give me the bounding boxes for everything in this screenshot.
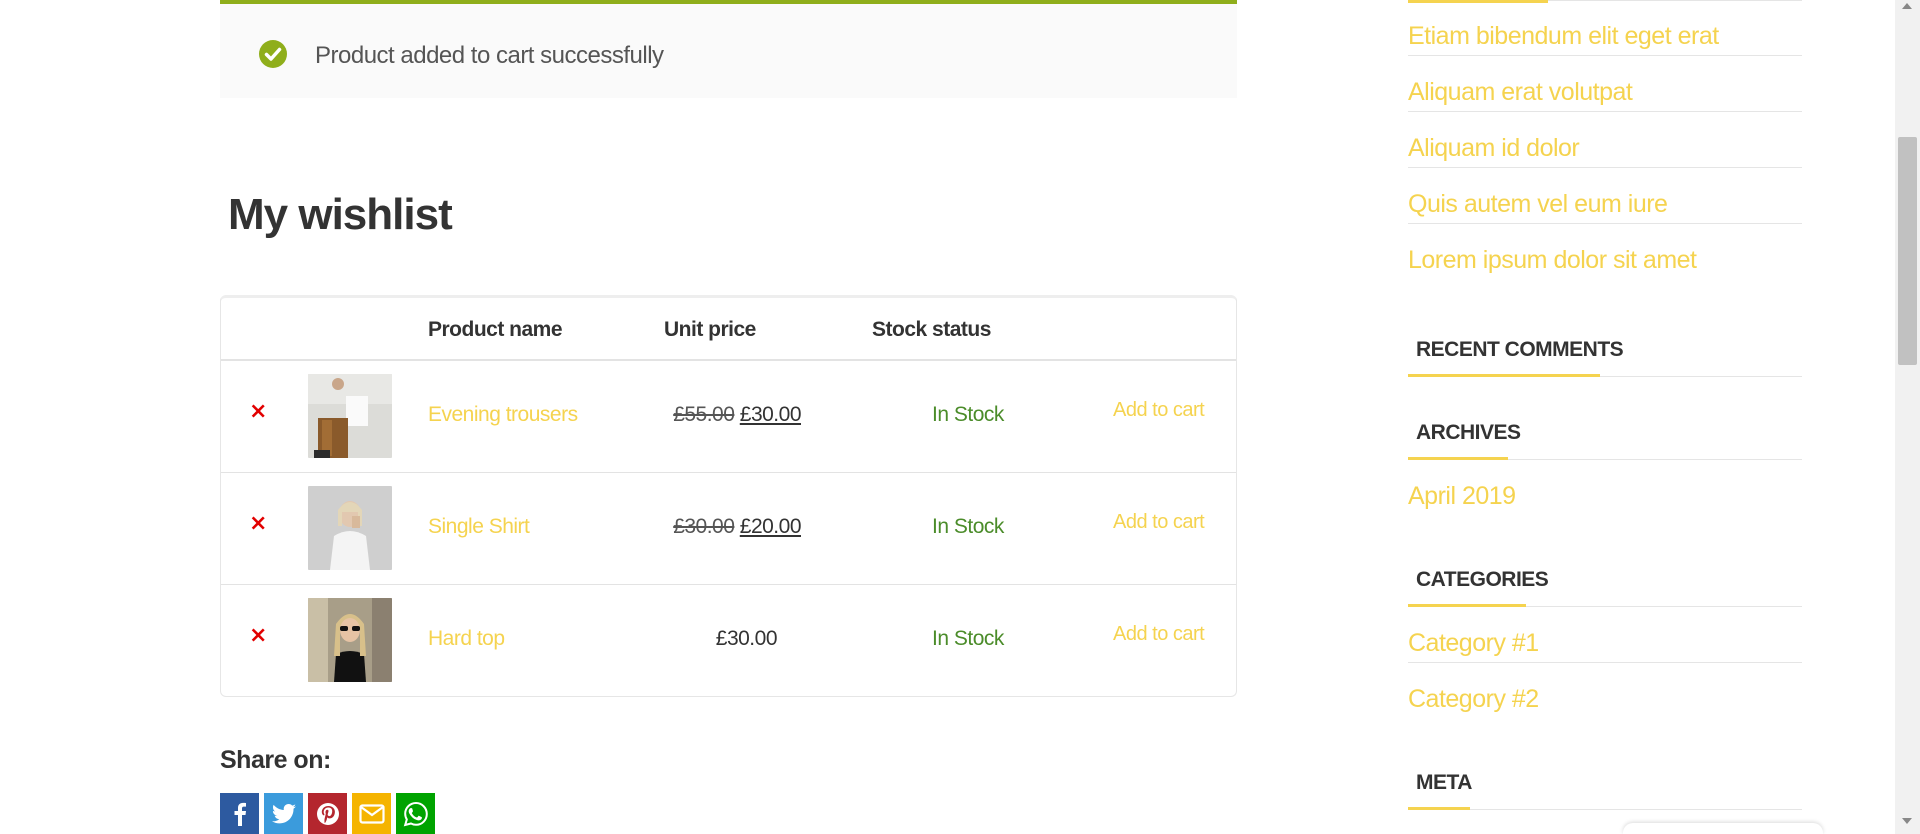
widget-title-meta: META xyxy=(1408,771,1802,810)
sale-price: £30.00 xyxy=(739,403,802,426)
product-name-link[interactable]: Single Shirt xyxy=(428,515,530,539)
archive-link[interactable]: April 2019 xyxy=(1408,460,1802,516)
recent-post-link[interactable]: Aliquam id dolor xyxy=(1408,112,1802,168)
check-circle-icon xyxy=(259,40,287,68)
stock-status: In Stock xyxy=(932,515,1004,538)
share-email-button[interactable] xyxy=(352,793,391,834)
table-row: × Single Shirt £30.00 £20.00 In Stock Ad… xyxy=(221,472,1236,585)
unit-price: £30.00 xyxy=(715,627,778,650)
old-price: £30.00 xyxy=(673,515,735,538)
table-row: × Hard top £30.00 In Stock Add to cart xyxy=(221,584,1236,697)
stock-status: In Stock xyxy=(932,403,1004,426)
scroll-down-arrow-icon[interactable] xyxy=(1902,818,1912,824)
vertical-scrollbar[interactable] xyxy=(1895,0,1920,834)
widget-title-text: CATEGORIES xyxy=(1416,568,1549,591)
product-name-link[interactable]: Evening trousers xyxy=(428,403,578,427)
old-price: £55.00 xyxy=(673,403,735,426)
twitter-icon xyxy=(271,803,296,823)
unit-price: £30.00 £20.00 xyxy=(673,515,801,539)
whatsapp-icon xyxy=(403,801,428,826)
recent-post-link[interactable]: Lorem ipsum dolor sit amet xyxy=(1408,224,1802,280)
recent-post-link[interactable]: Etiam bibendum elit eget erat xyxy=(1408,0,1802,56)
recent-post-link[interactable]: Aliquam erat volutpat xyxy=(1408,56,1802,112)
share-pinterest-button[interactable] xyxy=(308,793,347,834)
unit-price: £55.00 £30.00 xyxy=(673,403,801,427)
remove-item-button[interactable]: × xyxy=(249,623,267,648)
widget-accent xyxy=(1408,374,1600,377)
email-icon xyxy=(358,803,385,824)
facebook-icon xyxy=(234,802,246,826)
widget-title-categories: CATEGORIES xyxy=(1408,568,1802,607)
wishlist-table: Product name Unit price Stock status × E… xyxy=(220,295,1237,697)
page-title: My wishlist xyxy=(228,190,453,239)
product-thumbnail[interactable] xyxy=(308,598,392,682)
category-link[interactable]: Category #2 xyxy=(1408,663,1802,719)
table-row: × Evening trousers £55.00 £30.00 In Stoc… xyxy=(221,360,1236,473)
widget-title-recent-comments: RECENT COMMENTS xyxy=(1408,338,1802,377)
header-unit-price: Unit price xyxy=(664,318,756,341)
widget-title-text: META xyxy=(1416,771,1472,794)
header-stock-status: Stock status xyxy=(872,318,991,341)
product-thumbnail[interactable] xyxy=(308,486,392,570)
recent-post-link[interactable]: Quis autem vel eum iure xyxy=(1408,168,1802,224)
add-to-cart-button[interactable]: Add to cart xyxy=(1113,399,1205,422)
share-facebook-button[interactable] xyxy=(220,793,259,834)
share-title: Share on: xyxy=(220,746,331,774)
remove-item-button[interactable]: × xyxy=(249,511,267,536)
pinterest-icon xyxy=(316,802,339,825)
share-twitter-button[interactable] xyxy=(264,793,303,834)
share-whatsapp-button[interactable] xyxy=(396,793,435,834)
floating-widget-tab[interactable] xyxy=(1623,823,1823,834)
widget-title-text: ARCHIVES xyxy=(1416,421,1521,444)
product-name-link[interactable]: Hard top xyxy=(428,627,505,651)
product-thumbnail[interactable] xyxy=(308,374,392,458)
add-to-cart-button[interactable]: Add to cart xyxy=(1113,511,1205,534)
add-to-cart-button[interactable]: Add to cart xyxy=(1113,623,1205,646)
remove-item-button[interactable]: × xyxy=(249,399,267,424)
stock-status: In Stock xyxy=(932,627,1004,650)
sale-price: £20.00 xyxy=(739,515,802,538)
category-link[interactable]: Category #1 xyxy=(1408,607,1802,663)
widget-title-archives: ARCHIVES xyxy=(1408,421,1802,460)
widget-title-text: RECENT COMMENTS xyxy=(1416,338,1624,361)
widget-accent xyxy=(1408,807,1470,810)
scrollbar-thumb[interactable] xyxy=(1898,137,1917,365)
header-product-name: Product name xyxy=(428,318,563,341)
scroll-up-arrow-icon[interactable] xyxy=(1902,3,1912,9)
notice-text: Product added to cart successfully xyxy=(315,42,664,69)
success-notice: Product added to cart successfully xyxy=(220,0,1237,98)
